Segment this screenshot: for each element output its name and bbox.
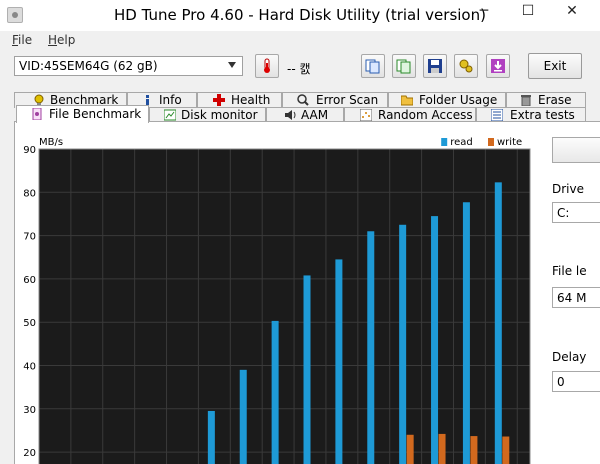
menu-file[interactable]: File [12,33,32,47]
tab-folder-usage-label: Folder Usage [419,93,498,107]
temperature-value: -- 캜 [287,62,311,76]
tab-erase-label: Erase [538,93,572,107]
options-button[interactable] [454,54,478,78]
temperature-button[interactable] [255,54,279,78]
chevron-down-icon [228,62,236,68]
tab-file-benchmark[interactable]: File Benchmark [16,105,149,123]
download-button[interactable] [486,54,510,78]
speaker-icon [285,110,296,120]
tab-erase[interactable]: Erase [506,92,586,108]
tab-aam-label: AAM [301,108,329,122]
menu-bar: File Help [0,31,600,50]
tab-error-scan[interactable]: Error Scan [282,92,388,108]
file-benchmark-panel [14,121,600,464]
copy-screenshot-button[interactable] [392,54,416,78]
drive-field[interactable]: C: [552,202,600,223]
trash-icon [521,95,531,106]
tab-file-benchmark-label: File Benchmark [49,107,142,121]
folder-icon [401,95,413,106]
options-icon [459,59,473,73]
tab-disk-monitor-label: Disk monitor [181,108,258,122]
tab-error-scan-label: Error Scan [316,93,379,107]
menu-help[interactable]: Help [48,33,75,47]
thermometer-icon [264,58,270,73]
title-bar: HD Tune Pro 4.60 - Hard Disk Utility (tr… [0,0,600,31]
floppy-icon [428,59,442,73]
magnifier-icon [297,94,309,106]
extra-tests-icon [491,109,503,121]
health-cross-icon [213,94,225,106]
menu-help-access-key: H [48,33,58,47]
tab-health[interactable]: Health [197,92,282,108]
file-length-field[interactable]: 64 M [552,287,600,308]
copy-info-button[interactable] [361,54,385,78]
toolbar: VID:45SEM64G (62 gB) -- 캜 Exit [0,50,600,88]
start-button[interactable] [552,137,600,163]
menu-file-label: ile [18,33,33,47]
delay-field[interactable]: 0 [552,371,600,392]
copy-screenshot-icon [396,59,411,74]
random-access-icon [360,109,372,121]
file-benchmark-icon [32,108,42,120]
tab-health-label: Health [231,93,271,107]
drive-label: Drive [552,182,584,196]
menu-help-label: elp [57,33,76,47]
minimize-button[interactable]: ─ [462,0,506,22]
disk-monitor-icon [164,109,176,121]
tab-folder-usage[interactable]: Folder Usage [388,92,506,108]
drive-select[interactable]: VID:45SEM64G (62 gB) [14,56,243,76]
tab-extra-tests-label: Extra tests [510,108,575,122]
delay-label: Delay [552,350,587,364]
tab-info-label: Info [159,93,182,107]
copy-icon [365,59,380,74]
drive-select-value: VID:45SEM64G (62 gB) [19,59,158,73]
download-icon [491,59,505,73]
tab-random-access-label: Random Access [378,108,473,122]
save-button[interactable] [423,54,447,78]
maximize-button[interactable]: ☐ [506,0,550,22]
exit-button[interactable]: Exit [528,53,582,79]
close-button[interactable]: ✕ [550,0,594,22]
file-length-label: File le [552,264,587,278]
